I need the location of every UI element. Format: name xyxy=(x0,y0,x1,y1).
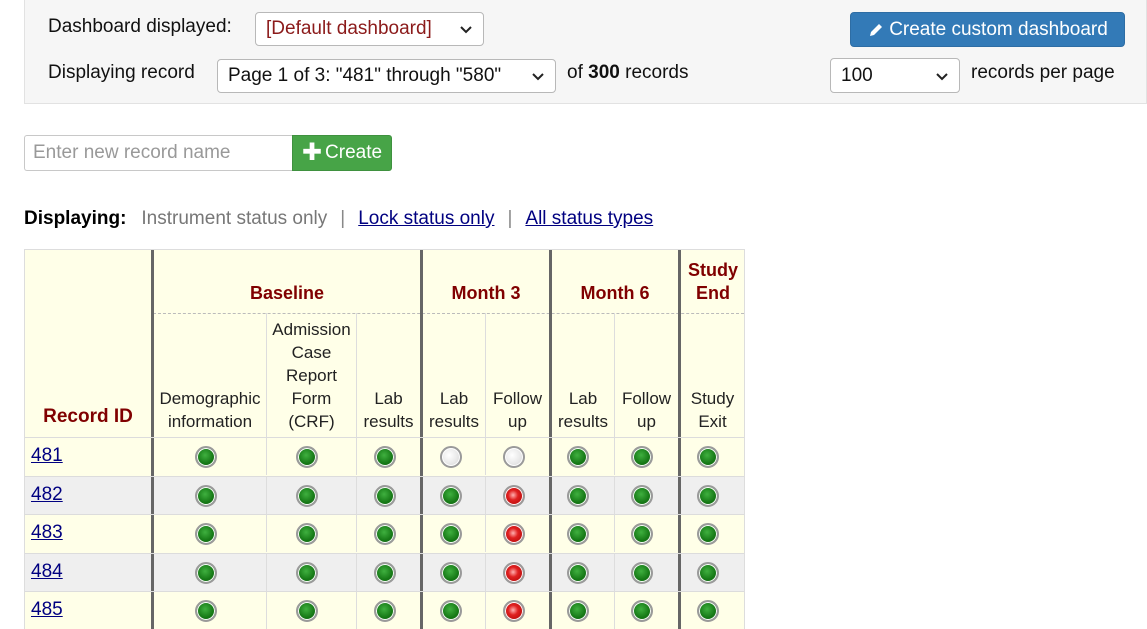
record-id-link[interactable]: 484 xyxy=(31,561,63,583)
event-header-month-3: Month 3 xyxy=(451,283,521,303)
table-row: 482 xyxy=(25,475,744,514)
total-records: 300 xyxy=(588,62,620,83)
chevron-down-icon xyxy=(460,26,472,34)
lock-status-only-link[interactable]: Lock status only xyxy=(358,208,494,230)
form-header-lab-results-month-3: Lab results xyxy=(428,389,480,431)
displaying-record-label: Displaying record xyxy=(48,62,195,83)
status-green-icon[interactable] xyxy=(195,600,217,622)
form-header-follow-up-month-6: Follow up xyxy=(621,389,672,431)
status-green-icon[interactable] xyxy=(440,561,462,584)
record-page-select[interactable]: Page 1 of 3: "481" through "580" xyxy=(217,59,556,93)
status-green-icon[interactable] xyxy=(374,523,396,545)
create-custom-dashboard-label: Create custom dashboard xyxy=(889,18,1108,40)
status-green-icon[interactable] xyxy=(296,484,318,507)
status-green-icon[interactable] xyxy=(631,523,653,545)
displaying-label: Displaying: xyxy=(24,208,127,229)
status-green-icon[interactable] xyxy=(567,446,589,468)
create-record-button[interactable]: ✚ Create xyxy=(292,135,392,171)
record-id-link[interactable]: 482 xyxy=(31,484,63,506)
status-green-icon[interactable] xyxy=(374,446,396,468)
status-green-icon[interactable] xyxy=(195,446,217,468)
records-per-page-select[interactable]: 100 xyxy=(830,58,960,93)
dashboard-label: Dashboard displayed: xyxy=(48,16,232,37)
status-green-icon[interactable] xyxy=(567,561,589,584)
table-row: 483 xyxy=(25,514,744,552)
dashboard-select-value: [Default dashboard] xyxy=(266,18,432,39)
create-custom-dashboard-button[interactable]: Create custom dashboard xyxy=(850,12,1125,47)
create-record-label: Create xyxy=(325,142,383,163)
status-green-icon[interactable] xyxy=(374,561,396,584)
status-green-icon[interactable] xyxy=(296,600,318,622)
record-status-table: Record ID Baseline Month 3 Month 6 Study… xyxy=(24,249,745,629)
form-header-admission-crf: Admission Case Report Form (CRF) xyxy=(272,320,351,431)
chevron-down-icon xyxy=(936,72,948,80)
status-green-icon[interactable] xyxy=(631,446,653,468)
status-green-icon[interactable] xyxy=(697,484,719,507)
record-id-header: Record ID xyxy=(43,406,133,427)
new-record-name-input[interactable]: Enter new record name xyxy=(24,135,293,171)
status-green-icon[interactable] xyxy=(567,484,589,507)
status-green-icon[interactable] xyxy=(631,561,653,584)
status-green-icon[interactable] xyxy=(296,523,318,545)
pencil-icon xyxy=(870,23,883,36)
status-green-icon[interactable] xyxy=(440,484,462,507)
form-header-lab-results-month-6: Lab results xyxy=(557,389,609,431)
plus-icon: ✚ xyxy=(301,139,323,166)
records-per-page-label: records per page xyxy=(971,62,1115,83)
status-green-icon[interactable] xyxy=(697,523,719,545)
status-green-icon[interactable] xyxy=(697,561,719,584)
table-row: 481 xyxy=(25,437,744,475)
status-red-icon[interactable] xyxy=(503,523,525,545)
record-id-link[interactable]: 483 xyxy=(31,522,63,544)
table-row: 484 xyxy=(25,552,744,591)
status-red-icon[interactable] xyxy=(503,561,525,584)
status-green-icon[interactable] xyxy=(374,600,396,622)
records-per-page-value: 100 xyxy=(841,64,873,86)
status-green-icon[interactable] xyxy=(440,523,462,545)
record-count-text: of 300 records xyxy=(567,62,689,83)
status-green-icon[interactable] xyxy=(697,446,719,468)
form-header-follow-up-month-3: Follow up xyxy=(492,389,543,431)
status-green-icon[interactable] xyxy=(440,600,462,622)
status-green-icon[interactable] xyxy=(567,600,589,622)
chevron-down-icon xyxy=(532,73,544,81)
form-header-demographic: Demographic information xyxy=(159,389,261,431)
event-header-study-end: Study End xyxy=(687,260,738,303)
status-green-icon[interactable] xyxy=(296,561,318,584)
status-green-icon[interactable] xyxy=(195,484,217,507)
record-id-link[interactable]: 485 xyxy=(31,599,63,621)
record-id-link[interactable]: 481 xyxy=(31,445,63,467)
status-red-icon[interactable] xyxy=(503,484,525,507)
event-header-baseline: Baseline xyxy=(249,283,325,303)
form-header-lab-results-baseline: Lab results xyxy=(363,389,414,431)
instrument-status-only: Instrument status only xyxy=(141,208,328,229)
status-grey-icon[interactable] xyxy=(440,446,462,468)
status-green-icon[interactable] xyxy=(567,523,589,545)
status-red-icon[interactable] xyxy=(503,600,525,622)
all-status-types-link[interactable]: All status types xyxy=(525,208,653,230)
status-green-icon[interactable] xyxy=(195,561,217,584)
status-green-icon[interactable] xyxy=(631,600,653,622)
status-green-icon[interactable] xyxy=(195,523,217,545)
status-green-icon[interactable] xyxy=(697,600,719,622)
status-grey-icon[interactable] xyxy=(503,446,525,468)
table-row: 485 xyxy=(25,591,744,629)
record-page-select-value: Page 1 of 3: "481" through "580" xyxy=(228,65,502,86)
event-header-month-6: Month 6 xyxy=(580,283,650,303)
status-green-icon[interactable] xyxy=(296,446,318,468)
status-green-icon[interactable] xyxy=(374,484,396,507)
status-green-icon[interactable] xyxy=(631,484,653,507)
form-header-study-exit: Study Exit xyxy=(690,389,735,431)
status-display-filter: Displaying: Instrument status only | Loc… xyxy=(24,208,654,230)
dashboard-select[interactable]: [Default dashboard] xyxy=(255,12,484,46)
